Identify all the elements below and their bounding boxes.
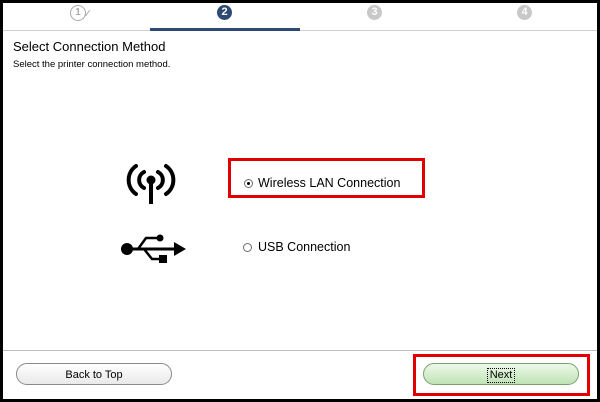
step-2-current: 2 <box>217 5 232 20</box>
usb-radio-button[interactable] <box>243 243 252 252</box>
wireless-signal-icon <box>126 164 176 204</box>
step-progress-bar <box>150 28 300 31</box>
option-usb[interactable]: USB Connection <box>243 238 393 258</box>
step-indicator: 1 ✓ 2 3 4 <box>3 3 597 31</box>
usb-icon <box>121 234 186 263</box>
checkmark-icon: ✓ <box>83 8 93 20</box>
page-subtitle: Select the printer connection method. <box>13 59 171 70</box>
back-to-top-button[interactable]: Back to Top <box>16 363 172 385</box>
step-4: 4 <box>517 5 532 20</box>
wireless-highlight-box <box>228 158 425 198</box>
usb-option-label[interactable]: USB Connection <box>258 240 350 254</box>
setup-window: 1 ✓ 2 3 4 Select Connection Method Selec… <box>3 3 597 399</box>
next-highlight-box <box>413 354 590 396</box>
step-3: 3 <box>367 5 382 20</box>
back-button-label: Back to Top <box>65 369 123 381</box>
footer-divider <box>3 350 597 351</box>
page-title: Select Connection Method <box>13 39 166 54</box>
